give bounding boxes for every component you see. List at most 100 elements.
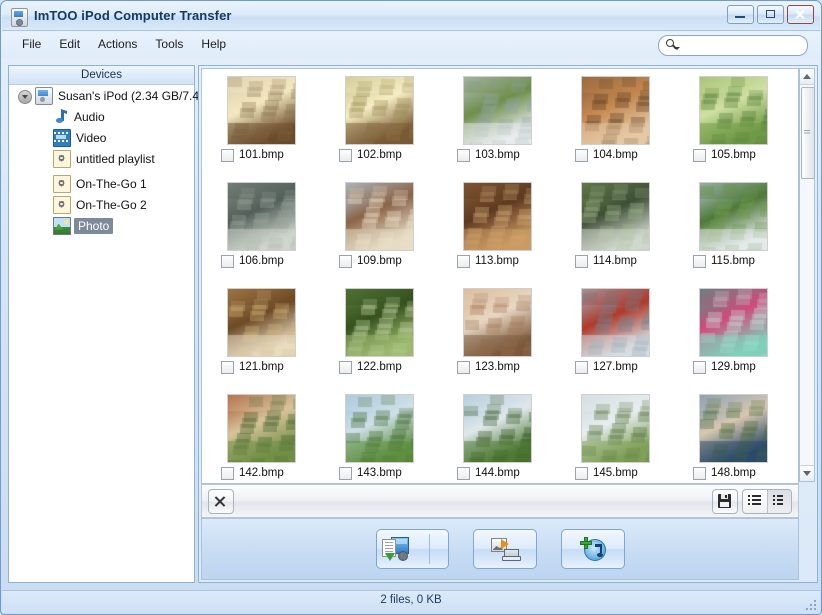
menu-item-help[interactable]: Help [193,35,234,53]
file-thumbnail[interactable] [227,288,296,357]
tree-item-photo[interactable]: Photo [9,215,194,236]
file-thumbnail[interactable] [463,182,532,251]
file-item[interactable]: 106.bmp [213,175,320,281]
file-thumbnail[interactable] [345,394,414,463]
file-thumbnail[interactable] [345,182,414,251]
file-checkbox[interactable] [457,360,470,374]
file-item[interactable]: 102.bmp [331,69,438,175]
file-checkbox[interactable] [575,466,588,480]
file-item[interactable]: 103.bmp [449,69,556,175]
file-grid: 101.bmp 102.bmp 103.bmp 104.bmp 105.bmp 106.b… [202,69,798,483]
copy-to-computer-button[interactable] [472,529,537,569]
file-thumbnail[interactable] [345,288,414,357]
file-checkbox[interactable] [339,466,352,480]
tile-view-button[interactable] [766,490,791,513]
file-label-row: 113.bmp [449,253,556,269]
file-item[interactable]: 121.bmp [213,281,320,387]
search-input[interactable] [683,37,803,54]
file-item[interactable]: 104.bmp [567,69,674,175]
file-checkbox[interactable] [221,466,234,480]
file-item[interactable]: 115.bmp [685,175,792,281]
file-thumbnail[interactable] [227,76,296,145]
file-label-row: 105.bmp [685,147,792,163]
file-thumbnail[interactable] [345,76,414,145]
tree-item-untitled-playlist[interactable]: untitled playlist [9,148,194,169]
file-item[interactable]: 127.bmp [567,281,674,387]
file-thumbnail[interactable] [699,288,768,357]
resize-grip[interactable] [804,598,816,610]
file-checkbox[interactable] [575,360,588,374]
vertical-scrollbar[interactable] [799,68,815,482]
file-thumbnail[interactable] [463,394,532,463]
file-thumbnail[interactable] [463,76,532,145]
search-box[interactable] [658,35,808,56]
tree-item-label: Photo [74,217,114,234]
file-thumbnail[interactable] [581,76,650,145]
file-thumbnail[interactable] [699,394,768,463]
tree-item-on-the-go-1[interactable]: On-The-Go 1 [9,173,194,194]
file-checkbox[interactable] [221,360,234,374]
menu-item-edit[interactable]: Edit [51,35,88,53]
expand-collapse-icon[interactable] [18,90,32,104]
tree-item-ipod[interactable]: Susan's iPod (2.34 GB/7.40 [9,85,206,106]
scrollbar-thumb[interactable] [801,87,815,179]
save-button[interactable] [712,489,738,514]
tree-item-label: Audio [74,109,105,124]
menu-item-tools[interactable]: Tools [147,35,191,53]
file-checkbox[interactable] [575,254,588,268]
delete-button[interactable] [208,489,234,514]
file-checkbox[interactable] [221,148,234,162]
file-item[interactable]: 109.bmp [331,175,438,281]
file-checkbox[interactable] [221,254,234,268]
minimize-button[interactable] [727,5,754,24]
file-item[interactable]: 113.bmp [449,175,556,281]
file-thumbnail[interactable] [227,182,296,251]
scroll-up-button[interactable] [800,69,814,85]
file-item[interactable]: 122.bmp [331,281,438,387]
tree-item-audio[interactable]: Audio [9,106,194,127]
file-checkbox[interactable] [693,254,706,268]
tree-item-video[interactable]: Video [9,127,194,148]
menu-item-file[interactable]: File [14,35,49,53]
file-item[interactable]: 145.bmp [567,387,674,483]
file-thumbnail[interactable] [581,288,650,357]
file-checkbox[interactable] [693,360,706,374]
file-checkbox[interactable] [457,466,470,480]
copy-to-ipod-button[interactable] [375,529,449,569]
file-checkbox[interactable] [693,148,706,162]
file-item[interactable]: 101.bmp [213,69,320,175]
search-icon[interactable] [666,39,680,52]
file-checkbox[interactable] [693,466,706,480]
add-music-button[interactable] [560,529,625,569]
maximize-button[interactable] [757,5,784,24]
file-name: 121.bmp [239,361,284,373]
save-disk-icon [718,494,731,508]
file-checkbox[interactable] [457,254,470,268]
file-label-row: 102.bmp [331,147,438,163]
file-item[interactable]: 143.bmp [331,387,438,483]
menu-bar: File Edit Actions Tools Help [2,31,820,58]
file-item[interactable]: 114.bmp [567,175,674,281]
file-thumbnail[interactable] [581,394,650,463]
file-item[interactable]: 144.bmp [449,387,556,483]
file-item[interactable]: 123.bmp [449,281,556,387]
file-checkbox[interactable] [457,148,470,162]
file-item[interactable]: 142.bmp [213,387,320,483]
file-item[interactable]: 105.bmp [685,69,792,175]
file-checkbox[interactable] [339,360,352,374]
file-thumbnail[interactable] [699,76,768,145]
tree-item-on-the-go-2[interactable]: On-The-Go 2 [9,194,194,215]
list-view-button[interactable] [743,490,767,513]
file-item[interactable]: 129.bmp [685,281,792,387]
file-checkbox[interactable] [339,148,352,162]
menu-item-actions[interactable]: Actions [90,35,145,53]
close-button[interactable] [787,5,814,24]
file-item[interactable]: 148.bmp [685,387,792,483]
file-checkbox[interactable] [575,148,588,162]
file-thumbnail[interactable] [227,394,296,463]
file-thumbnail[interactable] [581,182,650,251]
file-thumbnail[interactable] [699,182,768,251]
scroll-down-button[interactable] [800,465,814,481]
file-checkbox[interactable] [339,254,352,268]
file-thumbnail[interactable] [463,288,532,357]
